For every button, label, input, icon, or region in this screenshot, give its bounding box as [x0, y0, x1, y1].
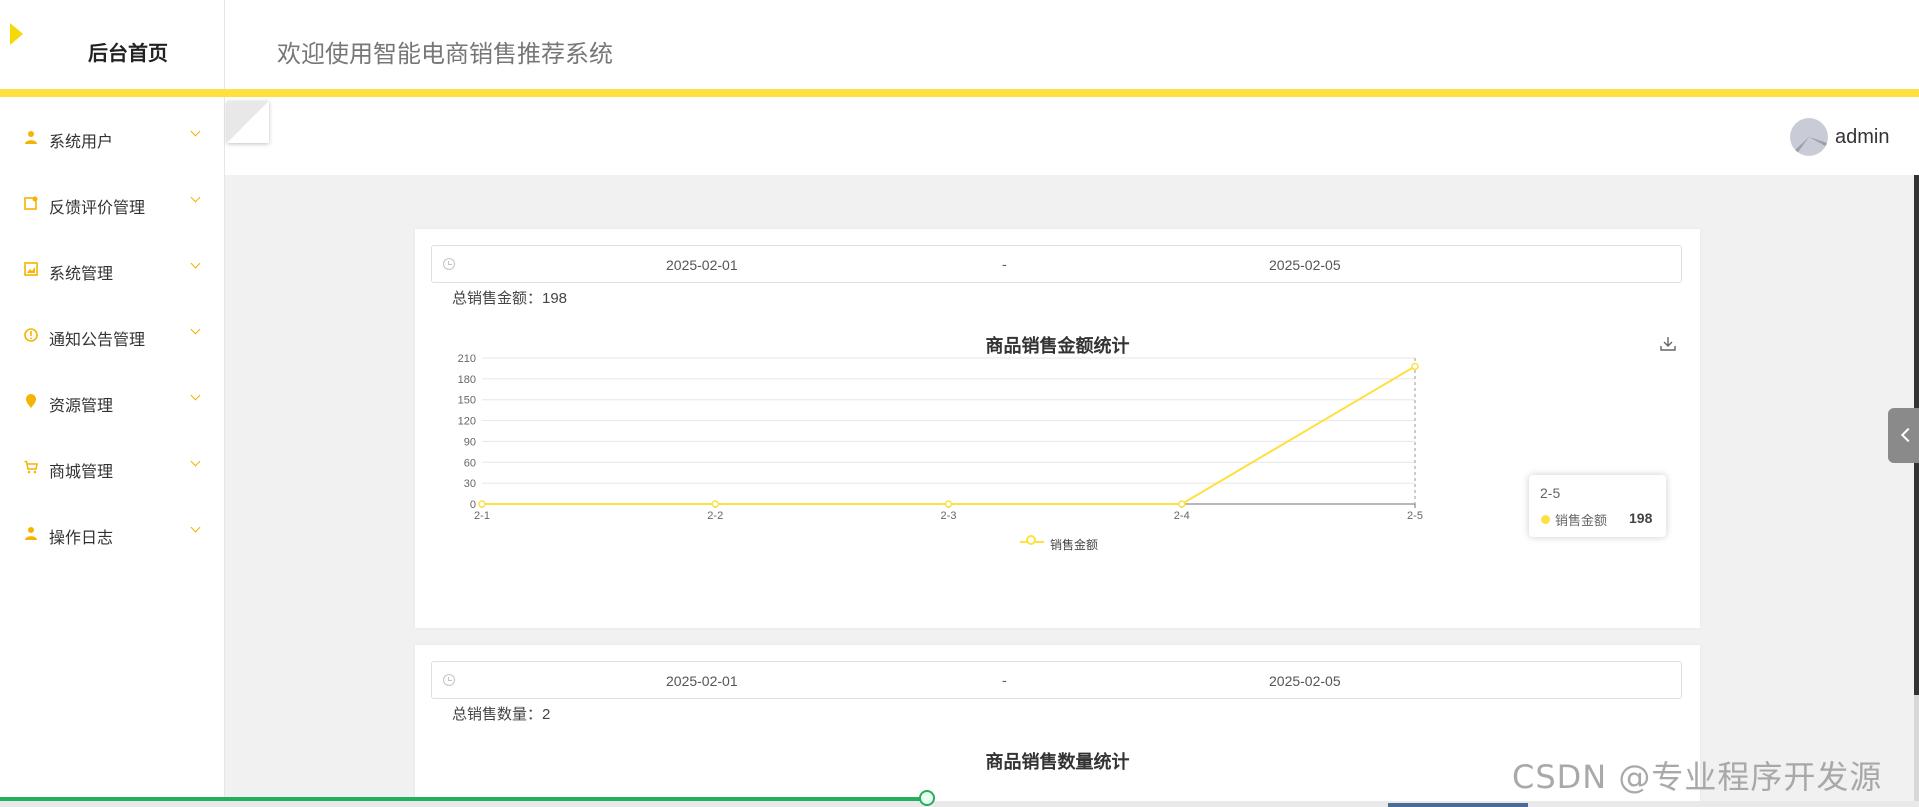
chevron-down-icon: [190, 324, 201, 335]
data-point: [478, 500, 486, 508]
tooltip-series-dot: [1541, 515, 1550, 524]
chevron-down-icon: [190, 126, 201, 137]
tooltip-title: 2-5: [1540, 485, 1561, 501]
watermark: CSDN @专业程序开发源: [1512, 758, 1883, 796]
header: 欢迎使用智能电商销售推荐系统: [225, 0, 1919, 89]
y-tick-label: 90: [464, 436, 476, 448]
avatar[interactable]: [1790, 118, 1828, 156]
sales-line-chart: 03060901201501802102-1 2-2 2-3 2-4 2-5: [458, 353, 1423, 522]
data-point: [944, 500, 953, 508]
image-icon: [24, 262, 38, 276]
sidebar-item-system-manage[interactable]: 系统管理: [0, 236, 225, 302]
sidebar: 后台首页 系统用户 反馈评价管理 系统管理 通知公告管理 资源管理 商城管理 操…: [0, 0, 225, 807]
sidebar-item-system-users[interactable]: 系统用户: [0, 104, 225, 170]
user-icon: [25, 131, 37, 144]
video-progress-bar[interactable]: [0, 797, 928, 801]
data-point: [1411, 362, 1419, 371]
bottom-strip: [0, 801, 1919, 807]
info-icon: [24, 328, 38, 342]
y-tick-label: 60: [464, 457, 476, 469]
main-content: 2025-02-01 - 2025-02-05 总销售金额：198 商品销售金额…: [225, 175, 1919, 807]
chevron-down-icon: [190, 192, 201, 203]
y-tick-label: 180: [458, 374, 476, 386]
sidebar-item-label: 反馈评价管理: [49, 200, 146, 217]
video-progress-knob[interactable]: [919, 790, 935, 806]
sidebar-item-label: 通知公告管理: [49, 332, 146, 349]
sidebar-brand[interactable]: 后台首页: [0, 0, 225, 92]
chevron-down-icon: [190, 456, 201, 467]
toolbar: admin: [225, 97, 1919, 175]
bottom-blue-element: [1388, 803, 1528, 807]
x-tick-label: 2-5: [1407, 510, 1423, 522]
sidebar-fold-button[interactable]: [227, 101, 269, 143]
user-name[interactable]: admin: [1835, 126, 1889, 149]
sidebar-item-label: 系统管理: [49, 266, 114, 283]
data-point: [711, 500, 719, 508]
y-tick-label: 30: [464, 478, 476, 490]
sidebar-item-resource[interactable]: 资源管理: [0, 368, 225, 434]
chart-tooltip: 2-5 销售金额 198: [1529, 475, 1666, 537]
y-tick-label: 120: [458, 416, 476, 428]
chevron-down-icon: [190, 390, 201, 401]
range-separator: -: [1002, 672, 1007, 688]
chart-legend[interactable]: 销售金额: [1016, 532, 1136, 552]
cart-icon: [24, 460, 38, 474]
brand-title[interactable]: 后台首页: [88, 37, 168, 66]
sidebar-item-oplog[interactable]: 操作日志: [0, 500, 225, 566]
brand-arrow-icon: [10, 23, 23, 45]
side-panel-toggle[interactable]: [1888, 408, 1919, 463]
header-accent-bar: [0, 89, 1919, 97]
tooltip-series-name: 销售金额: [1555, 513, 1608, 528]
legend-marker: [1026, 535, 1036, 545]
clock-icon: [443, 674, 455, 686]
sidebar-item-mall[interactable]: 商城管理: [0, 434, 225, 500]
x-tick-label: 2-4: [1174, 510, 1190, 522]
sidebar-item-notice[interactable]: 通知公告管理: [0, 302, 225, 368]
x-tick-label: 2-1: [474, 510, 490, 522]
location-icon: [26, 394, 36, 408]
x-tick-label: 2-3: [941, 510, 957, 522]
sidebar-menu: 系统用户 反馈评价管理 系统管理 通知公告管理 资源管理 商城管理 操作日志: [0, 104, 225, 566]
chart-title: 商品销售数量统计: [985, 752, 1130, 772]
data-point: [1178, 500, 1186, 508]
sales-quantity-card: 2025-02-01 - 2025-02-05 总销售数量：2 商品销售数量统计: [415, 645, 1700, 807]
range-start-input[interactable]: 2025-02-01: [666, 673, 738, 689]
y-tick-label: 150: [458, 395, 476, 407]
sidebar-item-label: 商城管理: [49, 464, 114, 481]
user-icon: [25, 527, 37, 540]
sidebar-item-label: 资源管理: [49, 398, 114, 415]
range-end-input[interactable]: 2025-02-05: [1269, 673, 1341, 689]
x-tick-label: 2-2: [707, 510, 723, 522]
y-tick-label: 210: [458, 353, 476, 365]
sidebar-item-feedback[interactable]: 反馈评价管理: [0, 170, 225, 236]
sales-amount-card: 2025-02-01 - 2025-02-05 总销售金额：198 商品销售金额…: [415, 229, 1700, 628]
sidebar-item-label: 操作日志: [49, 530, 114, 547]
page-title: 欢迎使用智能电商销售推荐系统: [277, 41, 613, 68]
chevron-down-icon: [190, 258, 201, 269]
tooltip-value: 198: [1629, 510, 1653, 526]
date-range-picker[interactable]: 2025-02-01 - 2025-02-05: [431, 661, 1682, 699]
sidebar-item-label: 系统用户: [49, 134, 114, 151]
feedback-icon: [24, 196, 38, 210]
total-sales-quantity: 总销售数量：2: [452, 706, 551, 723]
chevron-down-icon: [190, 522, 201, 533]
legend-label: 销售金额: [1050, 538, 1099, 552]
